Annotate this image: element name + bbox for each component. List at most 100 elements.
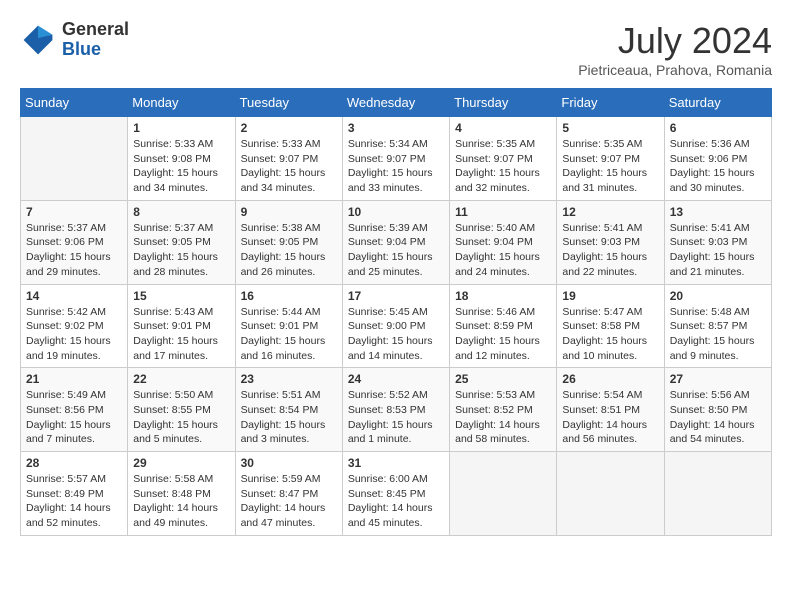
calendar-week-4: 21 Sunrise: 5:49 AMSunset: 8:56 PMDayligh…: [21, 368, 772, 452]
calendar-cell: 18Sunrise: 5:46 AMSunset: 8:59 PMDayligh…: [450, 284, 557, 368]
day-info: Sunrise: 5:44 AMSunset: 9:01 PMDaylight:…: [241, 305, 337, 364]
calendar-cell: 9Sunrise: 5:38 AMSunset: 9:05 PMDaylight…: [235, 200, 342, 284]
day-number: 19: [562, 289, 658, 303]
day-info: Sunrise: 5:59 AMSunset: 8:47 PMDaylight:…: [241, 472, 337, 531]
day-number: 23: [241, 372, 337, 386]
calendar-week-3: 14 Sunrise: 5:42 AMSunset: 9:02 PMDayligh…: [21, 284, 772, 368]
day-info: Sunrise: 5:51 AMSunset: 8:54 PMDaylight:…: [241, 388, 337, 447]
calendar-cell: [664, 452, 771, 536]
calendar-cell: [21, 117, 128, 201]
calendar-cell: 15 Sunrise: 5:43 AMSunset: 9:01 PMDayligh…: [128, 284, 235, 368]
calendar-cell: 4 Sunrise: 5:35 AMSunset: 9:07 PMDaylight…: [450, 117, 557, 201]
day-info: Sunrise: 5:40 AMSunset: 9:04 PMDaylight:…: [455, 221, 551, 280]
calendar-cell: 7 Sunrise: 5:37 AMSunset: 9:06 PMDaylight…: [21, 200, 128, 284]
day-number: 2: [241, 121, 337, 135]
day-number: 21: [26, 372, 122, 386]
calendar-week-1: 1Sunrise: 5:33 AMSunset: 9:08 PMDaylight…: [21, 117, 772, 201]
calendar-cell: 12 Sunrise: 5:41 AMSunset: 9:03 PMDayligh…: [557, 200, 664, 284]
day-number: 28: [26, 456, 122, 470]
calendar-cell: 25 Sunrise: 5:53 AMSunset: 8:52 PMDayligh…: [450, 368, 557, 452]
calendar-cell: 1Sunrise: 5:33 AMSunset: 9:08 PMDaylight…: [128, 117, 235, 201]
day-info: Sunrise: 5:50 AMSunset: 8:55 PMDaylight:…: [133, 388, 229, 447]
day-info: Sunrise: 5:53 AMSunset: 8:52 PMDaylight:…: [455, 388, 551, 447]
page-header: General Blue July 2024 Pietriceaua, Prah…: [20, 20, 772, 78]
day-number: 25: [455, 372, 551, 386]
header-day-thursday: Thursday: [450, 89, 557, 117]
day-number: 18: [455, 289, 551, 303]
calendar-cell: 29Sunrise: 5:58 AMSunset: 8:48 PMDayligh…: [128, 452, 235, 536]
calendar-cell: 5Sunrise: 5:35 AMSunset: 9:07 PMDaylight…: [557, 117, 664, 201]
calendar-cell: 17 Sunrise: 5:45 AMSunset: 9:00 PMDayligh…: [342, 284, 449, 368]
logo: General Blue: [20, 20, 129, 60]
header-day-monday: Monday: [128, 89, 235, 117]
logo-icon: [20, 22, 56, 58]
day-number: 15: [133, 289, 229, 303]
day-number: 4: [455, 121, 551, 135]
header-row: SundayMondayTuesdayWednesdayThursdayFrid…: [21, 89, 772, 117]
calendar-cell: 30Sunrise: 5:59 AMSunset: 8:47 PMDayligh…: [235, 452, 342, 536]
day-number: 8: [133, 205, 229, 219]
calendar-cell: 8 Sunrise: 5:37 AMSunset: 9:05 PMDaylight…: [128, 200, 235, 284]
calendar-cell: 14 Sunrise: 5:42 AMSunset: 9:02 PMDayligh…: [21, 284, 128, 368]
day-info: Sunrise: 6:00 AMSunset: 8:45 PMDaylight:…: [348, 472, 444, 531]
calendar-cell: 13Sunrise: 5:41 AMSunset: 9:03 PMDayligh…: [664, 200, 771, 284]
calendar-cell: 16 Sunrise: 5:44 AMSunset: 9:01 PMDayligh…: [235, 284, 342, 368]
day-number: 11: [455, 205, 551, 219]
day-number: 12: [562, 205, 658, 219]
day-info: Sunrise: 5:37 AMSunset: 9:05 PMDaylight:…: [133, 221, 229, 280]
header-day-tuesday: Tuesday: [235, 89, 342, 117]
calendar-cell: 22 Sunrise: 5:50 AMSunset: 8:55 PMDayligh…: [128, 368, 235, 452]
calendar-week-5: 28 Sunrise: 5:57 AMSunset: 8:49 PMDayligh…: [21, 452, 772, 536]
day-number: 9: [241, 205, 337, 219]
day-info: Sunrise: 5:36 AMSunset: 9:06 PMDaylight:…: [670, 137, 766, 196]
calendar-cell: 26Sunrise: 5:54 AMSunset: 8:51 PMDayligh…: [557, 368, 664, 452]
day-info: Sunrise: 5:41 AMSunset: 9:03 PMDaylight:…: [670, 221, 766, 280]
calendar-title: July 2024: [578, 20, 772, 62]
calendar-cell: 20Sunrise: 5:48 AMSunset: 8:57 PMDayligh…: [664, 284, 771, 368]
calendar-cell: 19 Sunrise: 5:47 AMSunset: 8:58 PMDayligh…: [557, 284, 664, 368]
calendar-body: 1Sunrise: 5:33 AMSunset: 9:08 PMDaylight…: [21, 117, 772, 536]
day-number: 14: [26, 289, 122, 303]
calendar-cell: [450, 452, 557, 536]
day-info: Sunrise: 5:49 AMSunset: 8:56 PMDaylight:…: [26, 388, 122, 447]
day-info: Sunrise: 5:58 AMSunset: 8:48 PMDaylight:…: [133, 472, 229, 531]
day-info: Sunrise: 5:45 AMSunset: 9:00 PMDaylight:…: [348, 305, 444, 364]
calendar-table: SundayMondayTuesdayWednesdayThursdayFrid…: [20, 88, 772, 536]
day-number: 20: [670, 289, 766, 303]
calendar-cell: 31 Sunrise: 6:00 AMSunset: 8:45 PMDayligh…: [342, 452, 449, 536]
day-info: Sunrise: 5:42 AMSunset: 9:02 PMDaylight:…: [26, 305, 122, 364]
day-number: 5: [562, 121, 658, 135]
day-info: Sunrise: 5:41 AMSunset: 9:03 PMDaylight:…: [562, 221, 658, 280]
day-number: 24: [348, 372, 444, 386]
day-number: 6: [670, 121, 766, 135]
day-number: 27: [670, 372, 766, 386]
day-info: Sunrise: 5:57 AMSunset: 8:49 PMDaylight:…: [26, 472, 122, 531]
calendar-cell: [557, 452, 664, 536]
calendar-cell: 2Sunrise: 5:33 AMSunset: 9:07 PMDaylight…: [235, 117, 342, 201]
day-number: 31: [348, 456, 444, 470]
day-info: Sunrise: 5:35 AMSunset: 9:07 PMDaylight:…: [455, 137, 551, 196]
day-number: 7: [26, 205, 122, 219]
day-info: Sunrise: 5:47 AMSunset: 8:58 PMDaylight:…: [562, 305, 658, 364]
header-day-sunday: Sunday: [21, 89, 128, 117]
header-day-wednesday: Wednesday: [342, 89, 449, 117]
logo-text: General Blue: [62, 20, 129, 60]
calendar-cell: 28 Sunrise: 5:57 AMSunset: 8:49 PMDayligh…: [21, 452, 128, 536]
day-info: Sunrise: 5:43 AMSunset: 9:01 PMDaylight:…: [133, 305, 229, 364]
day-info: Sunrise: 5:33 AMSunset: 9:08 PMDaylight:…: [133, 137, 229, 196]
day-info: Sunrise: 5:56 AMSunset: 8:50 PMDaylight:…: [670, 388, 766, 447]
day-number: 16: [241, 289, 337, 303]
calendar-cell: 27 Sunrise: 5:56 AMSunset: 8:50 PMDayligh…: [664, 368, 771, 452]
calendar-cell: 24 Sunrise: 5:52 AMSunset: 8:53 PMDayligh…: [342, 368, 449, 452]
day-info: Sunrise: 5:52 AMSunset: 8:53 PMDaylight:…: [348, 388, 444, 447]
calendar-cell: 11 Sunrise: 5:40 AMSunset: 9:04 PMDayligh…: [450, 200, 557, 284]
day-number: 3: [348, 121, 444, 135]
day-info: Sunrise: 5:37 AMSunset: 9:06 PMDaylight:…: [26, 221, 122, 280]
day-number: 10: [348, 205, 444, 219]
calendar-cell: 3Sunrise: 5:34 AMSunset: 9:07 PMDaylight…: [342, 117, 449, 201]
day-number: 22: [133, 372, 229, 386]
calendar-week-2: 7 Sunrise: 5:37 AMSunset: 9:06 PMDaylight…: [21, 200, 772, 284]
day-number: 17: [348, 289, 444, 303]
logo-blue: Blue: [62, 40, 129, 60]
day-info: Sunrise: 5:54 AMSunset: 8:51 PMDaylight:…: [562, 388, 658, 447]
